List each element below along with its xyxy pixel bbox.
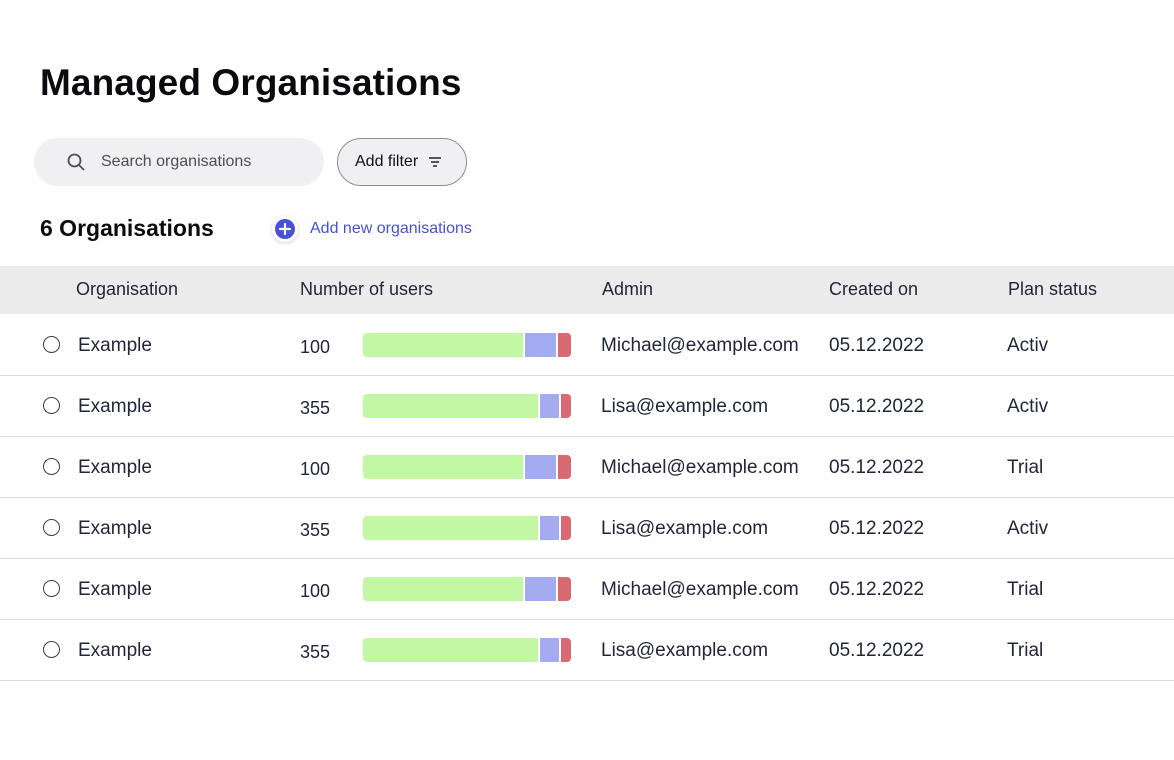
usage-bar: [363, 455, 571, 479]
column-header-created[interactable]: Created on: [829, 279, 918, 300]
usage-bar-pending-segment: [537, 638, 559, 662]
user-count: 100: [300, 337, 331, 357]
user-count: 355: [300, 398, 331, 418]
plan-status: Trial: [1007, 457, 1044, 478]
table-row[interactable]: Example 100 Michael@example.com 05.12.20…: [0, 437, 1174, 498]
page-title: Managed Organisations: [40, 62, 462, 103]
admin-email: Lisa@example.com: [601, 396, 769, 417]
plan-status: Trial: [1007, 579, 1044, 600]
user-count: 100: [300, 581, 331, 601]
row-select-radio[interactable]: [43, 580, 60, 597]
plus-circle-icon: [272, 216, 298, 242]
add-filter-button[interactable]: Add filter: [337, 138, 467, 186]
user-count: 100: [300, 459, 331, 479]
search-box[interactable]: [34, 138, 324, 186]
column-header-users[interactable]: Number of users: [300, 279, 433, 300]
usage-bar: [363, 638, 571, 662]
add-filter-label: Add filter: [355, 153, 419, 170]
created-date: 05.12.2022: [829, 335, 925, 356]
organisation-table-body: Example 100 Michael@example.com 05.12.20…: [0, 315, 1174, 681]
usage-bar-inactive-segment: [558, 638, 571, 662]
row-select-radio[interactable]: [43, 336, 60, 353]
usage-bar-inactive-segment: [558, 516, 571, 540]
usage-bar-inactive-segment: [556, 455, 571, 479]
usage-bar-active-segment: [363, 394, 538, 418]
usage-bar-inactive-segment: [556, 333, 571, 357]
plan-status: Activ: [1007, 396, 1049, 417]
usage-bar-pending-segment: [523, 333, 557, 357]
row-select-radio[interactable]: [43, 397, 60, 414]
table-row[interactable]: Example 100 Michael@example.com 05.12.20…: [0, 315, 1174, 376]
plan-status: Activ: [1007, 335, 1049, 356]
usage-bar-inactive-segment: [556, 577, 571, 601]
plan-status: Trial: [1007, 640, 1044, 661]
user-count: 355: [300, 642, 331, 662]
plan-status: Activ: [1007, 518, 1049, 539]
usage-bar: [363, 333, 571, 357]
usage-bar-active-segment: [363, 638, 538, 662]
usage-bar: [363, 516, 571, 540]
table-row[interactable]: Example 355 Lisa@example.com 05.12.2022 …: [0, 498, 1174, 559]
usage-bar-pending-segment: [537, 516, 559, 540]
column-header-organisation[interactable]: Organisation: [76, 279, 178, 300]
created-date: 05.12.2022: [829, 579, 925, 600]
admin-email: Michael@example.com: [601, 457, 799, 478]
usage-bar: [363, 577, 571, 601]
row-select-radio[interactable]: [43, 641, 60, 658]
created-date: 05.12.2022: [829, 518, 925, 539]
organisation-count: 6 Organisations: [40, 215, 214, 241]
usage-bar-pending-segment: [537, 394, 559, 418]
organisation-name: Example: [78, 457, 152, 478]
filter-lines-icon: [429, 157, 442, 167]
table-row[interactable]: Example 355 Lisa@example.com 05.12.2022 …: [0, 620, 1174, 681]
usage-bar-inactive-segment: [558, 394, 571, 418]
organisation-name: Example: [78, 396, 152, 417]
table-row[interactable]: Example 100 Michael@example.com 05.12.20…: [0, 559, 1174, 620]
column-header-admin[interactable]: Admin: [602, 279, 653, 300]
usage-bar-pending-segment: [523, 455, 557, 479]
add-new-organisations-link[interactable]: Add new organisations: [272, 216, 472, 242]
created-date: 05.12.2022: [829, 640, 925, 661]
table-row[interactable]: Example 355 Lisa@example.com 05.12.2022 …: [0, 376, 1174, 437]
organisation-name: Example: [78, 518, 152, 539]
usage-bar-active-segment: [363, 333, 524, 357]
admin-email: Lisa@example.com: [601, 640, 769, 661]
admin-email: Lisa@example.com: [601, 518, 769, 539]
column-header-plan[interactable]: Plan status: [1008, 279, 1097, 300]
usage-bar-active-segment: [363, 577, 524, 601]
created-date: 05.12.2022: [829, 457, 925, 478]
add-new-organisations-label: Add new organisations: [310, 220, 472, 237]
table-header: Organisation Number of users Admin Creat…: [0, 266, 1174, 314]
created-date: 05.12.2022: [829, 396, 925, 417]
usage-bar: [363, 394, 571, 418]
row-select-radio[interactable]: [43, 519, 60, 536]
search-input[interactable]: [99, 152, 303, 172]
organisation-name: Example: [78, 640, 152, 661]
usage-bar-active-segment: [363, 516, 538, 540]
organisation-name: Example: [78, 335, 152, 356]
usage-bar-active-segment: [363, 455, 524, 479]
admin-email: Michael@example.com: [601, 579, 799, 600]
admin-email: Michael@example.com: [601, 335, 799, 356]
row-select-radio[interactable]: [43, 458, 60, 475]
user-count: 355: [300, 520, 331, 540]
search-icon: [67, 153, 85, 171]
usage-bar-pending-segment: [523, 577, 557, 601]
organisation-name: Example: [78, 579, 152, 600]
